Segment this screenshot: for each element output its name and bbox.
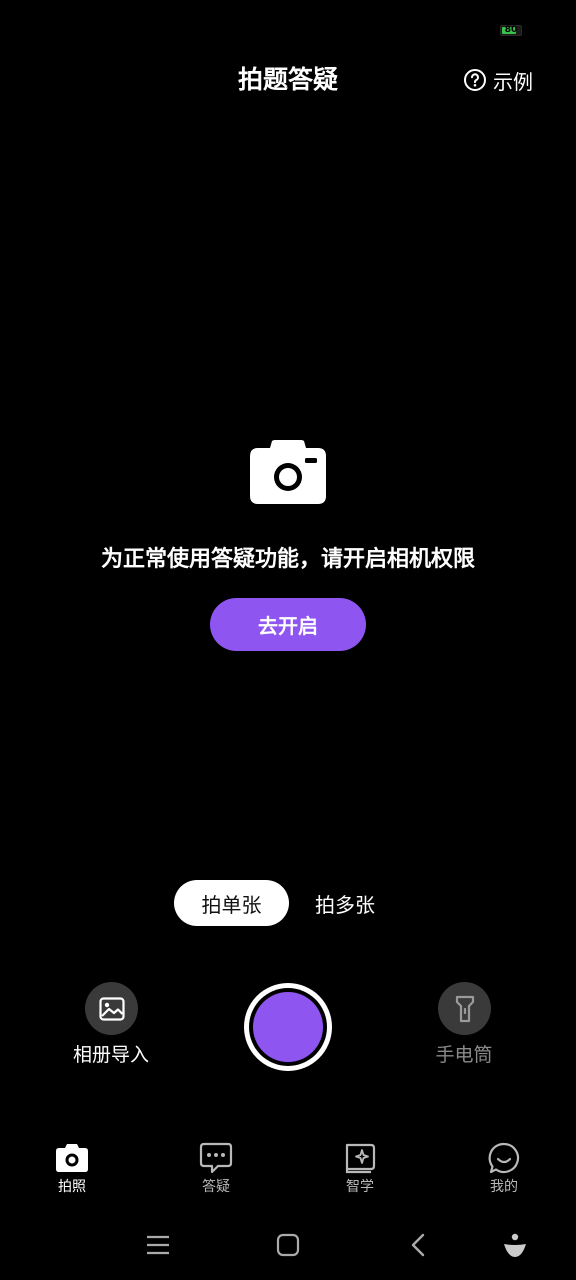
assistant-icon[interactable]: [500, 1230, 530, 1260]
help-circle-icon: [464, 69, 486, 91]
mode-multi-shot[interactable]: 拍多张: [301, 880, 389, 926]
tab-smart-learn[interactable]: 智学: [315, 1142, 405, 1202]
example-button[interactable]: 示例: [463, 64, 533, 96]
tab-qa[interactable]: 答疑: [171, 1142, 261, 1202]
camera-icon: [56, 1144, 88, 1172]
smile-face-icon: [488, 1142, 520, 1174]
tab-qa-label: 答疑: [202, 1179, 230, 1195]
tab-photo[interactable]: 拍照: [27, 1142, 117, 1202]
menu-icon[interactable]: [143, 1230, 173, 1260]
back-icon[interactable]: [403, 1230, 433, 1260]
tab-me[interactable]: 我的: [459, 1142, 549, 1202]
image-gallery-icon: [98, 996, 125, 1021]
battery-level-text: 80: [504, 25, 518, 35]
chat-bubble-icon: [199, 1142, 233, 1174]
example-label: 示例: [493, 69, 533, 94]
permission-message: 为正常使用答疑功能，请开启相机权限: [100, 547, 475, 572]
enable-camera-button[interactable]: 去开启: [210, 598, 366, 651]
shutter-ring: [249, 988, 327, 1066]
album-import-label: 相册导入: [72, 1044, 149, 1066]
flashlight-button[interactable]: [438, 982, 491, 1035]
flashlight-label: 手电筒: [435, 1044, 493, 1066]
book-sparkle-icon: [345, 1143, 376, 1174]
home-icon[interactable]: [273, 1230, 303, 1260]
shutter-core: [253, 992, 323, 1062]
tab-smart-learn-label: 智学: [346, 1179, 374, 1195]
album-import-button[interactable]: [85, 982, 138, 1035]
battery-indicator: 80: [500, 25, 522, 36]
tab-photo-label: 拍照: [58, 1179, 86, 1195]
shutter-button[interactable]: [244, 983, 332, 1071]
tab-me-label: 我的: [490, 1179, 518, 1195]
camera-icon: [250, 440, 326, 504]
mode-single-shot[interactable]: 拍单张: [174, 880, 289, 926]
flashlight-icon: [455, 995, 474, 1022]
